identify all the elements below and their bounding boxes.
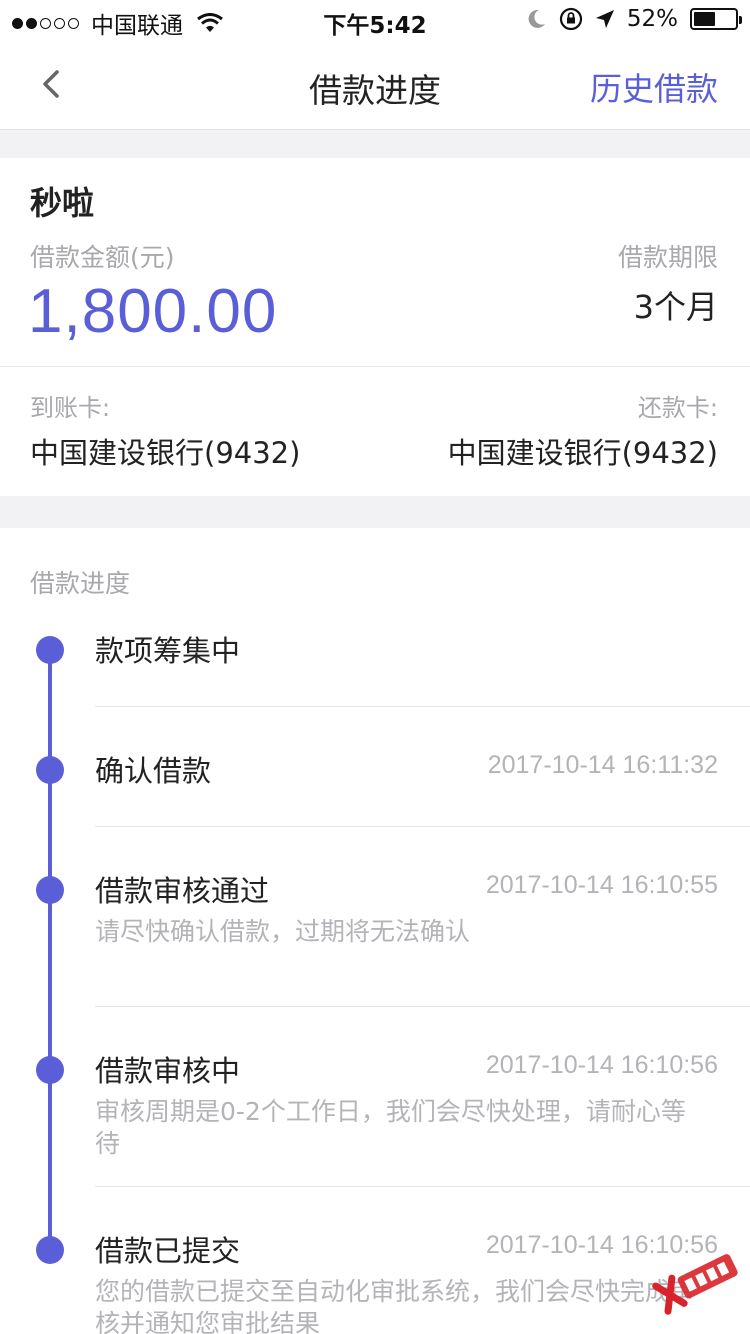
divider [95,826,750,827]
divider [0,366,750,367]
location-icon [595,10,614,28]
step-description: 您的借款已提交至自动化审批系统，我们会尽快完成审核并通知您审批结果 [95,1277,696,1334]
moon-icon [528,9,545,28]
repay-card-label: 还款卡: [637,394,718,422]
battery-percent: 52% [626,6,678,32]
divider [95,1186,750,1187]
receive-card-label: 到账卡: [30,394,111,422]
timeline-dot [36,1236,64,1264]
rotation-lock-icon [559,7,582,31]
step-title: 确认借款 [95,754,212,788]
step-time: 2017-10-14 16:11:32 [487,751,718,779]
loan-summary-card: 秒啦 借款金额(元) 1,800.00 借款期限 3个月 到账卡: 中国建设银行… [0,158,750,496]
timeline-line [48,650,52,1250]
step-title: 款项筹集中 [95,634,241,668]
step-title: 借款已提交 [95,1234,241,1268]
step-title: 借款审核通过 [95,874,270,908]
loan-progress-section: 借款进度 款项筹集中 确认借款 2017-10-14 16:11:32 借款审核… [0,528,750,1334]
receive-card: 中国建设银行(9432) [30,436,301,470]
battery-level [694,12,715,26]
step-description: 请尽快确认借款，过期将无法确认 [95,917,471,946]
loan-term: 3个月 [633,288,718,326]
timeline-dot [36,876,64,904]
amount-label: 借款金额(元) [30,243,175,272]
status-right: 52% [527,6,742,32]
timeline-dot [36,636,64,664]
step-title: 借款审核中 [95,1054,241,1088]
term-label: 借款期限 [617,243,718,272]
history-loans-link[interactable]: 历史借款 [590,64,718,110]
battery-icon [690,8,742,30]
timeline-dot [36,1056,64,1084]
product-name: 秒啦 [30,184,95,222]
timeline-dot [36,756,64,784]
step-description: 审核周期是0-2个工作日，我们会尽快处理，请耐心等待 [95,1097,686,1158]
status-bar: 中国联通 下午5:42 52% [0,0,750,40]
progress-title: 借款进度 [30,569,131,598]
step-time: 2017-10-14 16:10:55 [485,871,718,899]
nav-bar: 借款进度 历史借款 [0,40,750,130]
loan-amount: 1,800.00 [28,277,278,346]
divider [95,706,750,707]
divider [95,1006,750,1007]
repay-card: 中国建设银行(9432) [447,436,718,470]
step-time: 2017-10-14 16:10:56 [485,1051,718,1079]
